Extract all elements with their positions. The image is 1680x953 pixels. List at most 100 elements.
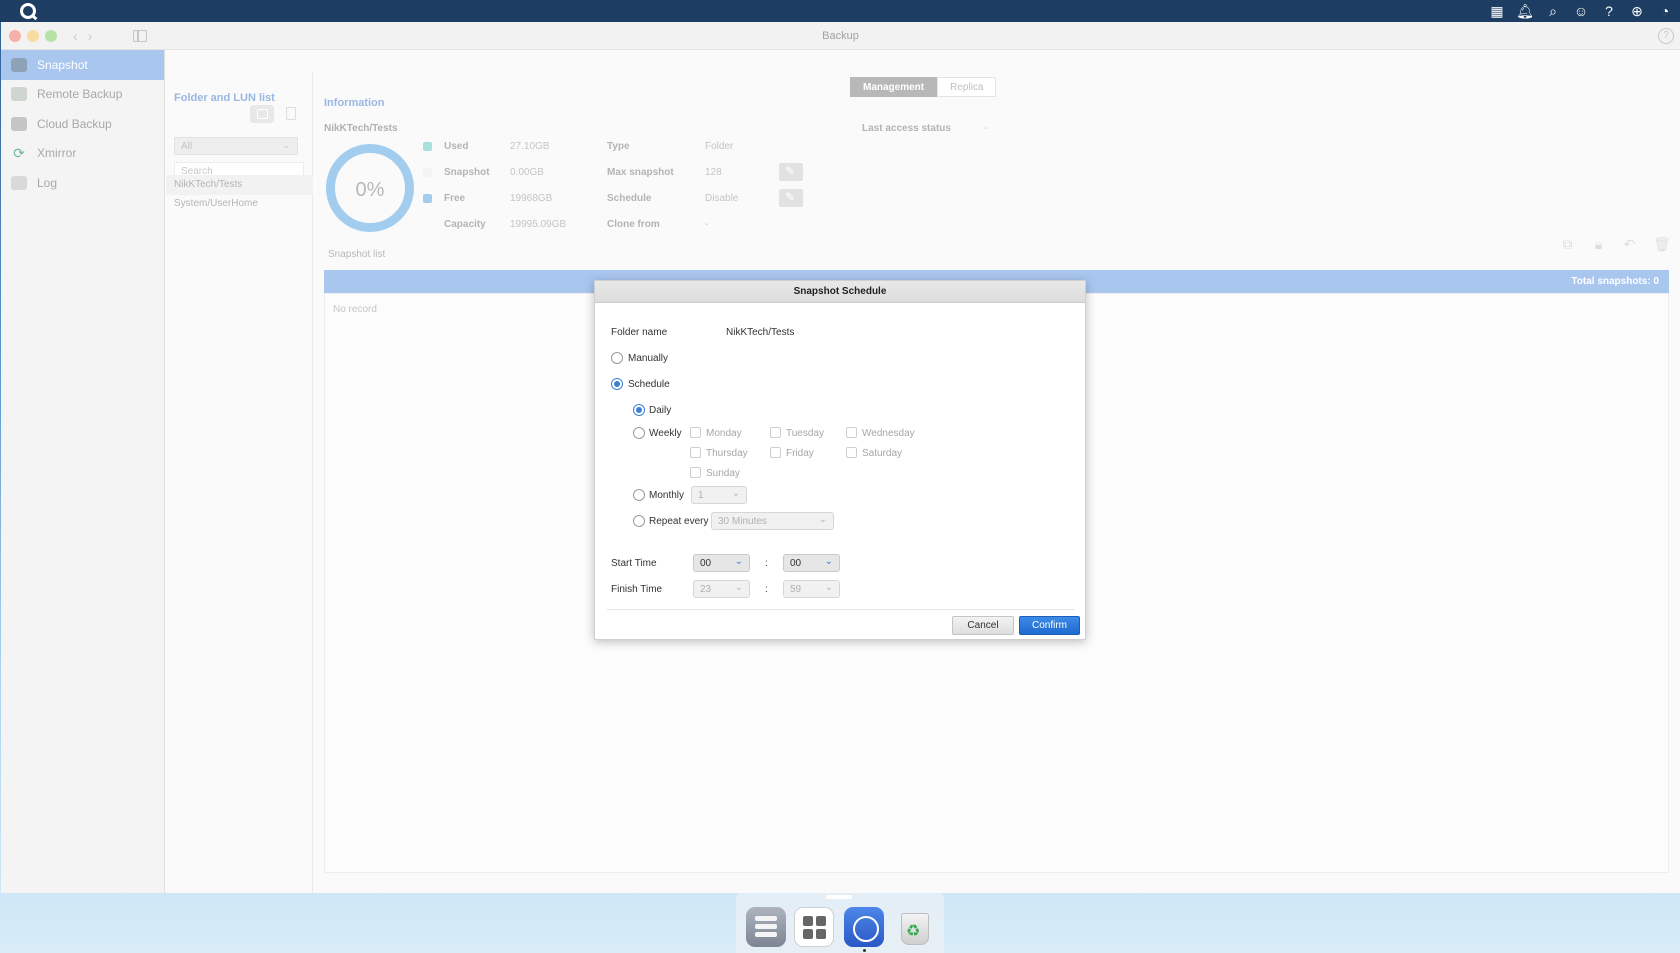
lock-icon[interactable]: 🔒︎	[1591, 237, 1606, 252]
sidebar: Snapshot Remote Backup Cloud Backup ⟳ Xm…	[1, 50, 165, 893]
legend-label: Capacity	[444, 219, 486, 230]
confirm-button[interactable]: Confirm	[1019, 616, 1080, 635]
detail-value: Folder	[705, 141, 734, 152]
legend-value: 19968GB	[510, 193, 553, 204]
sidebar-item-snapshot[interactable]: Snapshot	[1, 50, 164, 80]
delete-trash-icon[interactable]	[286, 107, 296, 120]
monthly-label: Monthly	[649, 490, 685, 501]
finish-minute-select[interactable]: 59 ⌄	[783, 580, 840, 598]
detail-key: Max snapshot	[607, 167, 674, 178]
dialog-title: Snapshot Schedule	[595, 281, 1085, 303]
friday-checkbox[interactable]	[770, 447, 781, 458]
dock	[736, 893, 944, 953]
last-access-label: Last access status	[862, 123, 951, 134]
monthly-day-value: 1	[698, 490, 704, 501]
storage-manager-icon[interactable]	[746, 907, 786, 947]
folder-name-label: Folder name	[611, 327, 668, 338]
chevron-down-icon: ⌄	[282, 140, 290, 150]
chevron-down-icon: ⌄	[734, 556, 743, 567]
legend-label: Snapshot	[444, 167, 490, 178]
edit-max-snapshot-button[interactable]	[779, 163, 803, 181]
dashboard-icon[interactable]: ◔	[1656, 2, 1674, 20]
trash-icon[interactable]: 🗑︎	[1653, 237, 1671, 252]
snapshot-list-title: Snapshot list	[328, 249, 386, 260]
notification-bell-icon[interactable]: 🔔︎	[1516, 2, 1534, 20]
snapshot-swatch	[423, 168, 432, 177]
repeat-interval-select[interactable]: 30 Minutes ⌄	[711, 512, 834, 530]
chevron-down-icon: ⌄	[824, 556, 833, 567]
help-icon[interactable]: ?	[1600, 2, 1618, 20]
weekly-radio[interactable]	[633, 427, 645, 439]
chevron-down-icon: ⌄	[734, 582, 743, 593]
sidebar-item-xmirror[interactable]: ⟳ Xmirror	[1, 139, 164, 169]
detail-value: -	[705, 219, 709, 230]
sunday-checkbox[interactable]	[690, 467, 701, 478]
sidebar-item-cloud-backup[interactable]: Cloud Backup	[1, 109, 164, 139]
tuesday-checkbox[interactable]	[770, 427, 781, 438]
backup-app-icon[interactable]	[844, 907, 884, 947]
cancel-button[interactable]: Cancel	[952, 616, 1014, 635]
sidebar-item-log[interactable]: Log	[1, 168, 164, 198]
legend-value: 19995.09GB	[510, 219, 567, 230]
weekly-label: Weekly	[649, 428, 682, 439]
legend-snapshot: Snapshot 0.00GB	[423, 167, 544, 178]
tuesday-label: Tuesday	[786, 428, 824, 439]
usage-percent: 0%	[355, 179, 385, 201]
main-menu-grid-icon[interactable]	[794, 907, 834, 947]
start-minute-select[interactable]: 00 ⌄	[783, 554, 840, 572]
tab-replica[interactable]: Replica	[937, 77, 997, 97]
folder-list-item[interactable]: NikKTech/Tests	[166, 175, 313, 195]
globe-icon[interactable]: ⊕	[1628, 2, 1646, 20]
take-snapshot-camera-icon[interactable]	[250, 105, 274, 123]
sidebar-item-remote-backup[interactable]: Remote Backup	[1, 80, 164, 110]
wednesday-checkbox[interactable]	[846, 427, 857, 438]
sidebar-item-label: Cloud Backup	[37, 116, 112, 131]
detail-key: Clone from	[607, 219, 660, 230]
usage-donut-chart: 0%	[326, 144, 414, 232]
schedule-radio[interactable]	[611, 378, 623, 390]
manually-radio[interactable]	[611, 352, 623, 364]
tab-management[interactable]: Management	[850, 77, 938, 97]
window-help-icon[interactable]: ?	[1658, 28, 1674, 44]
used-swatch	[423, 142, 432, 151]
monday-checkbox[interactable]	[690, 427, 701, 438]
window-title: Backup	[822, 30, 859, 42]
copy-icon[interactable]: ⧉	[1560, 237, 1575, 252]
time-colon: :	[765, 558, 768, 569]
chevron-down-icon: ⌄	[824, 582, 833, 593]
edit-schedule-button[interactable]	[779, 189, 803, 207]
repeat-interval-value: 30 Minutes	[718, 516, 767, 527]
monthly-day-select[interactable]: 1 ⌄	[691, 486, 747, 504]
recycle-bin-icon[interactable]	[894, 907, 934, 947]
user-icon[interactable]: ☺	[1572, 2, 1590, 20]
repeat-every-radio[interactable]	[633, 515, 645, 527]
folder-filter-value: All	[181, 141, 193, 152]
dock-handle[interactable]	[826, 895, 852, 899]
daily-label: Daily	[649, 405, 672, 416]
monthly-radio[interactable]	[633, 489, 645, 501]
remote-backup-icon	[11, 87, 27, 102]
thursday-checkbox[interactable]	[690, 447, 701, 458]
running-indicator	[863, 949, 866, 952]
dialog-divider	[607, 609, 1075, 610]
manually-label: Manually	[628, 353, 669, 364]
qnap-logo-icon[interactable]	[20, 3, 36, 19]
detail-key: Schedule	[607, 193, 652, 204]
search-icon[interactable]: ⌕	[1544, 2, 1562, 20]
information-title: Information	[324, 97, 385, 109]
finish-hour-select[interactable]: 23 ⌄	[693, 580, 750, 598]
free-swatch	[423, 194, 432, 203]
daily-radio[interactable]	[633, 404, 645, 416]
sidebar-item-label: Remote Backup	[37, 87, 123, 102]
detail-clone-from: Clone from -	[607, 219, 708, 230]
detail-key: Type	[607, 141, 630, 152]
legend-free: Free 19968GB	[423, 193, 552, 204]
start-hour-select[interactable]: 00 ⌄	[693, 554, 750, 572]
folder-filter-select[interactable]: All ⌄	[174, 137, 298, 155]
folder-list-item[interactable]: System/UserHome	[166, 194, 313, 214]
start-time-label: Start Time	[611, 558, 657, 569]
revert-icon[interactable]: ↶	[1622, 237, 1637, 252]
apps-grid-icon[interactable]: ▦	[1488, 2, 1506, 20]
legend-label: Used	[444, 141, 469, 152]
saturday-checkbox[interactable]	[846, 447, 857, 458]
